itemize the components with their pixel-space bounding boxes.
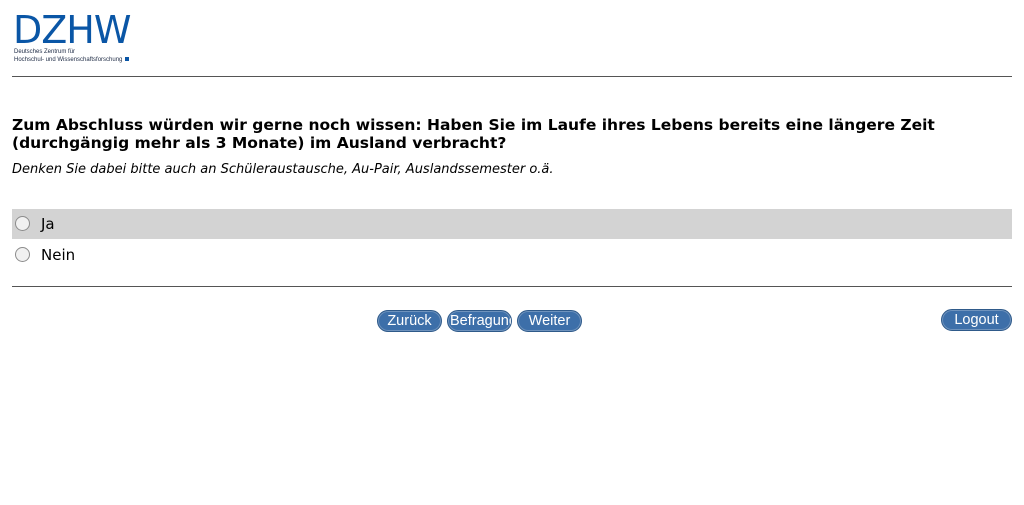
back-button[interactable]: Zurück [377,310,442,332]
dzhw-logo: DZHW Deutsches Zentrum für Hochschul- un… [13,8,145,68]
logout-button[interactable]: Logout [941,309,1012,331]
logo-subtitle-line1: Deutsches Zentrum für [14,49,76,55]
survey-button[interactable]: Befragung [447,310,512,332]
logo-letters: DZHW [13,8,131,52]
answer-option-nein[interactable]: Nein [12,240,1012,270]
question-text: Zum Abschluss würden wir gerne noch wiss… [12,116,935,152]
next-button[interactable]: Weiter [517,310,582,332]
logo-square-icon [125,57,130,62]
top-divider [12,76,1012,77]
radio-button-nein[interactable] [15,247,30,262]
question-hint: Denken Sie dabei bitte auch an Schülerau… [12,162,554,177]
bottom-divider [12,286,1012,287]
logo-subtitle-line2: Hochschul- und Wissenschaftsforschung [14,57,123,63]
answer-label-ja[interactable]: Ja [41,215,55,233]
answer-option-ja[interactable]: Ja [12,209,1012,239]
logo-subtitle: Deutsches Zentrum für Hochschul- und Wis… [14,48,130,64]
radio-button-ja[interactable] [15,216,30,231]
answer-label-nein[interactable]: Nein [41,246,75,264]
